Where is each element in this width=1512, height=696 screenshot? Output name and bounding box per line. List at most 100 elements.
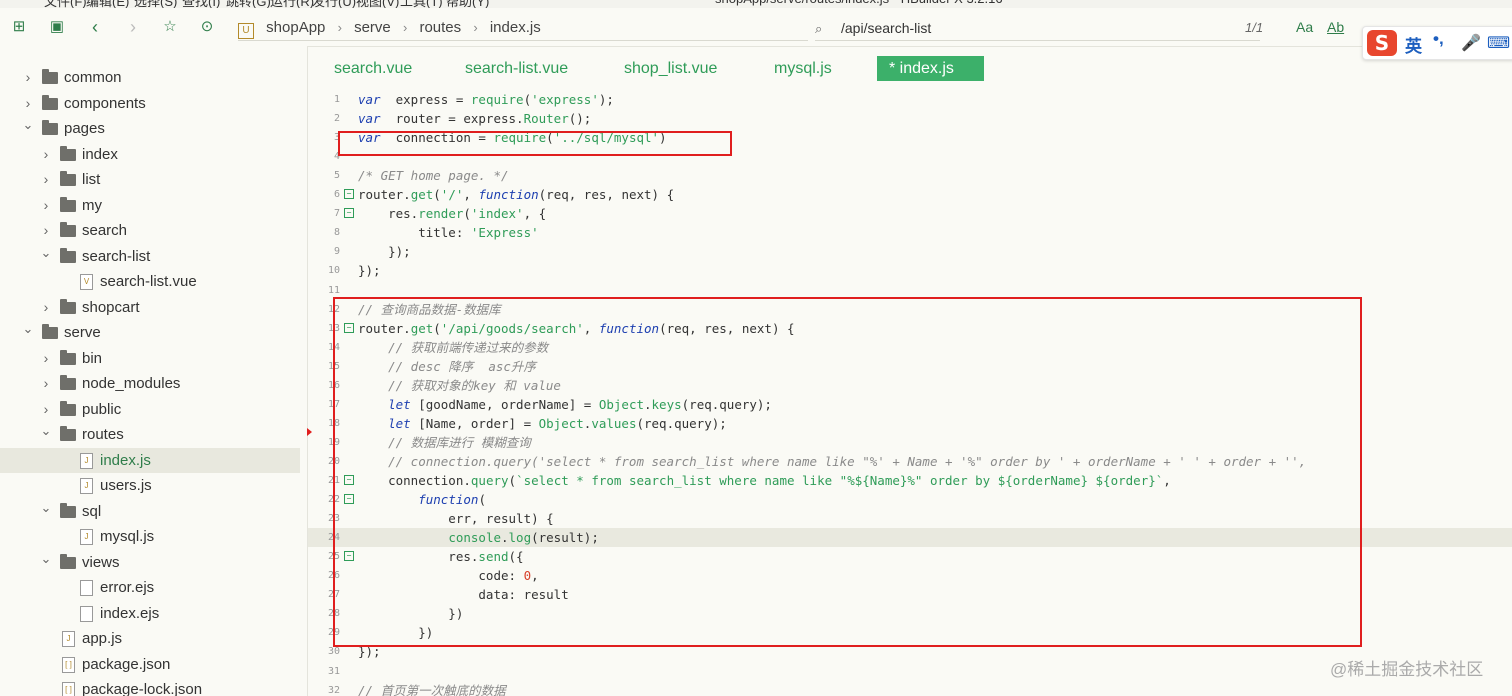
forward-icon[interactable]: › — [124, 18, 142, 36]
tree-item-label: routes — [82, 426, 124, 443]
tab-index-js[interactable]: * index.js — [877, 56, 984, 81]
tree-item-label: components — [64, 94, 146, 112]
code-line: 9 }); — [308, 242, 1512, 261]
code-text: res.render('index', { — [358, 204, 546, 223]
tree-item-app-js[interactable]: Japp.js — [0, 626, 300, 651]
fold-toggle-icon[interactable]: − — [344, 189, 354, 200]
tree-item-label: search-list — [82, 247, 151, 265]
tree-item-search-list-vue[interactable]: Vsearch-list.vue — [0, 269, 300, 294]
save-icon[interactable]: ▣ — [48, 18, 66, 36]
tree-item-serve[interactable]: ⌄ serve — [0, 320, 300, 345]
file-icon: J — [80, 529, 93, 545]
match-case-toggle[interactable]: Aa — [1296, 19, 1313, 35]
menu-item[interactable]: 查找(I) — [182, 0, 220, 8]
folder-icon — [60, 349, 76, 365]
code-token: ); — [598, 92, 614, 107]
match-word-toggle[interactable]: Ab — [1327, 19, 1344, 35]
breadcrumb-item-serve[interactable]: serve — [354, 19, 391, 36]
file-icon — [80, 605, 93, 622]
breadcrumb-item-file[interactable]: index.js — [490, 19, 541, 36]
folder-icon — [60, 298, 76, 314]
code-token: 'express' — [531, 92, 599, 107]
chevron-down-icon[interactable]: ⌄ — [40, 495, 52, 520]
tree-item-index-js[interactable]: Jindex.js — [0, 447, 300, 473]
code-text: router.get('/', function(req, res, next)… — [358, 185, 674, 204]
new-file-icon[interactable]: ⊞ — [10, 18, 28, 36]
code-line: 6− router.get('/', function(req, res, nex… — [308, 185, 1512, 204]
breadcrumb-item-project[interactable]: shopApp — [266, 19, 325, 36]
tree-item-list[interactable]: › list — [0, 167, 300, 192]
tree-item-index-ejs[interactable]: index.ejs — [0, 601, 300, 626]
chevron-right-icon[interactable]: › — [40, 167, 52, 192]
tab-search-vue[interactable]: search.vue — [334, 56, 412, 81]
code-token: ( — [523, 92, 532, 107]
tree-item-error-ejs[interactable]: error.ejs — [0, 575, 300, 600]
menu-item[interactable]: 编辑(E) — [86, 0, 129, 8]
code-text: var router = express.Router(); — [358, 109, 591, 128]
fold-toggle-icon[interactable]: − — [344, 208, 354, 219]
search-input[interactable]: ⌕ /api/search-list — [815, 16, 1260, 41]
chevron-right-icon[interactable]: › — [40, 142, 52, 167]
menu-item[interactable]: 发行(U) — [312, 0, 356, 8]
chevron-down-icon[interactable]: ⌄ — [40, 240, 52, 265]
breadcrumb[interactable]: U shopApp › serve › routes › index.js — [238, 16, 808, 41]
tree-item-package-json[interactable]: [ ] package.json — [0, 652, 300, 677]
code-token: var — [358, 92, 381, 107]
back-icon[interactable]: ‹ — [86, 18, 104, 36]
tree-item-sql[interactable]: ⌄ sql — [0, 499, 300, 524]
code-line: 2 var router = express.Router(); — [308, 109, 1512, 128]
breadcrumb-item-routes[interactable]: routes — [419, 19, 461, 36]
tree-item-label: index.ejs — [100, 604, 160, 622]
line-number: 6 — [333, 189, 340, 201]
line-number: 10 — [327, 265, 340, 277]
tree-item-shopcart[interactable]: › shopcart — [0, 295, 300, 320]
tree-item-routes[interactable]: ⌄ routes — [0, 422, 300, 447]
code-token: // 首页第一次触底的数据 — [358, 682, 506, 696]
menu-item[interactable]: 帮助(Y) — [446, 0, 489, 8]
tree-item-label: views — [82, 553, 120, 571]
menu-item[interactable]: 跳转(G) — [226, 0, 271, 8]
chevron-right-icon[interactable]: › — [40, 371, 52, 396]
folder-icon — [60, 196, 76, 212]
tree-item-pages[interactable]: ⌄ pages — [0, 116, 300, 141]
tree-item-bin[interactable]: › bin — [0, 346, 300, 371]
tree-item-node-modules[interactable]: › node_modules — [0, 371, 300, 396]
star-icon[interactable]: ☆ — [161, 18, 179, 36]
chevron-down-icon[interactable]: ⌄ — [22, 112, 34, 137]
tree-item-components[interactable]: › components — [0, 91, 300, 116]
code-editor[interactable]: 1 var express = require('express'); 2 var r… — [308, 88, 1512, 696]
folder-icon — [60, 222, 76, 237]
tree-item-index[interactable]: › index — [0, 142, 300, 167]
menu-item[interactable]: 选择(S) — [134, 0, 177, 8]
menu-item[interactable]: 文件(F) — [44, 0, 87, 8]
tree-item-my[interactable]: › my — [0, 193, 300, 218]
code-text: var express = require('express'); — [358, 90, 614, 109]
code-text: }); — [358, 261, 381, 280]
run-icon[interactable]: ⊙ — [198, 18, 216, 36]
menu-item[interactable]: 运行(R) — [270, 0, 314, 8]
tab-shop-list-vue[interactable]: shop_list.vue — [624, 56, 717, 81]
chevron-down-icon[interactable]: ⌄ — [40, 418, 52, 443]
menu-item[interactable]: 视图(V) — [356, 0, 399, 8]
tree-item-search-list[interactable]: ⌄ search-list — [0, 244, 300, 269]
tab-search-list-vue[interactable]: search-list.vue — [465, 56, 568, 81]
chevron-down-icon[interactable]: ⌄ — [22, 316, 34, 341]
tree-item-label: node_modules — [82, 375, 181, 392]
tree-item-common[interactable]: › common — [0, 65, 300, 90]
code-token: }); — [358, 244, 411, 260]
line-number: 7 — [333, 208, 340, 220]
folder-icon — [42, 94, 58, 110]
chevron-right-icon[interactable]: › — [22, 65, 34, 90]
tree-item-views[interactable]: ⌄ views — [0, 550, 300, 575]
tab-mysql-js[interactable]: mysql.js — [774, 56, 832, 81]
line-number: 4 — [333, 151, 340, 163]
code-token: , — [463, 187, 479, 203]
folder-icon — [60, 171, 76, 186]
menu-item[interactable]: 工具(T) — [400, 0, 443, 8]
chevron-right-icon[interactable]: › — [40, 346, 52, 371]
chevron-right-icon[interactable]: › — [40, 193, 52, 218]
line-number: 8 — [333, 227, 340, 239]
tree-item-package-lock-json[interactable]: [ ] package-lock.json — [0, 677, 300, 696]
chevron-right-icon[interactable]: › — [40, 295, 52, 320]
chevron-down-icon[interactable]: ⌄ — [40, 546, 52, 571]
